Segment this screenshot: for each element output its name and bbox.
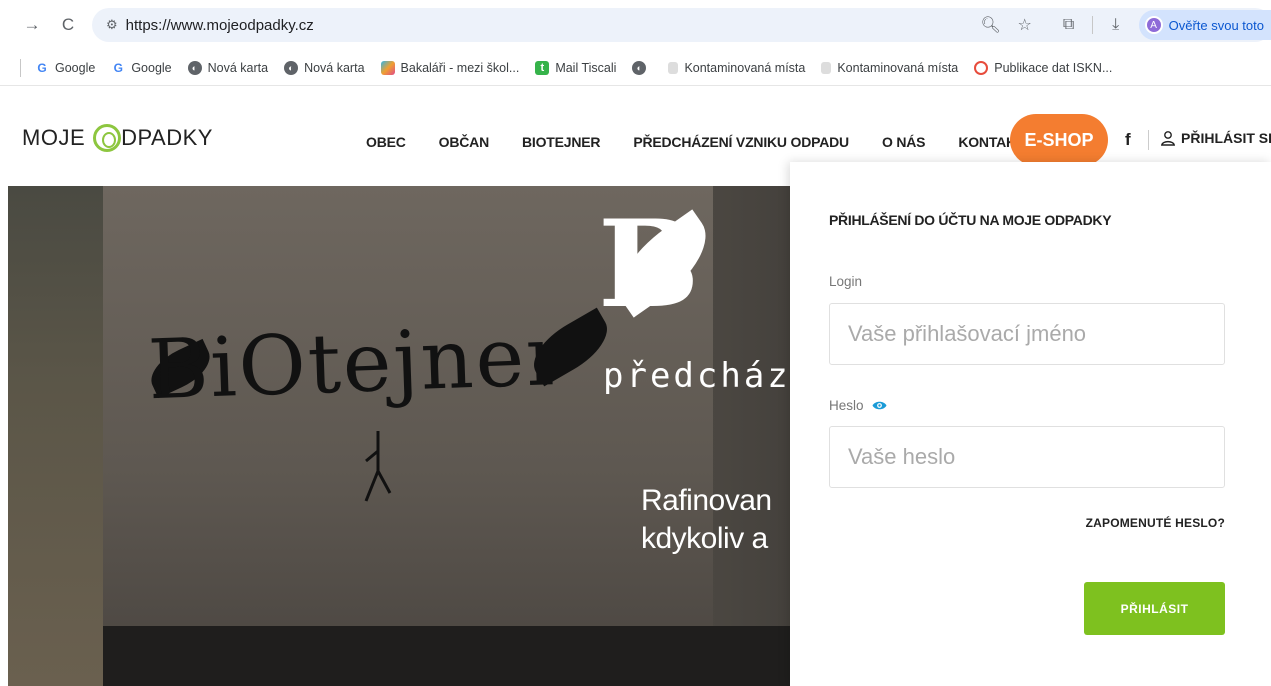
bookmark-nova-karta-2[interactable]: ◐ Nová karta [284,60,365,75]
bookmark-mail-tiscali[interactable]: t Mail Tiscali [535,60,617,75]
logo-o-icon [93,124,122,152]
globe-icon: ◐ [284,60,299,75]
bookmark-google-2[interactable]: G Google [111,60,172,75]
eye-icon[interactable] [872,400,887,411]
login-link[interactable]: PŘIHLÁSIT SE [1160,130,1271,146]
nav-obec[interactable]: OBEC [366,134,406,150]
main-nav: OBEC OBČAN BIOTEJNER PŘEDCHÁZENÍ VZNIKU … [366,134,1066,150]
bookmark-globe[interactable]: ◐ [632,60,652,75]
facebook-icon[interactable]: f [1125,130,1131,150]
nav-predchazeni[interactable]: PŘEDCHÁZENÍ VZNIKU ODPADU [633,134,849,150]
bookmark-label: Nová karta [207,60,269,75]
bookmark-label: Bakaláři - mezi škol... [400,60,520,75]
root-icon [364,431,392,502]
login-link-label: PŘIHLÁSIT SE [1181,130,1271,146]
bookmark-google-1[interactable]: G Google [35,61,95,75]
forward-icon[interactable]: → [20,13,44,37]
site-logo[interactable]: MOJE DPADKY [22,124,213,152]
bookmarks-divider [20,58,21,77]
hero-big-letter: B [598,194,700,335]
password-field-label: Heslo [829,398,864,413]
bookmark-star-icon[interactable]: ☆ [1008,8,1042,42]
bookmark-label: Kontaminovaná místa [837,60,959,75]
url-text: https://www.mojeodpadky.cz [125,16,314,34]
address-bar[interactable]: ⚙ https://www.mojeodpadky.cz 🔍︎ ☆ ⧉ ⤓ A … [92,8,1271,42]
bakalari-icon [380,60,395,75]
login-input[interactable] [829,303,1225,365]
hero-script-text: BiOtejner [146,308,569,419]
download-icon[interactable]: ⤓ [1099,8,1133,42]
bookmark-iskn[interactable]: Publikace dat ISKN... [974,60,1113,75]
header-divider [1148,130,1149,150]
hero-line-1: Rafinovan [641,484,772,517]
hero-grass [8,186,118,686]
profile-avatar: A [1144,16,1163,34]
login-field-label: Login [829,274,863,289]
forgot-password-link[interactable]: ZAPOMENUTÉ HESLO? [1086,516,1225,530]
hero-subtitle: předcház [603,356,791,396]
page-icon [668,61,679,74]
bookmark-bakalari[interactable]: Bakaláři - mezi škol... [380,60,520,75]
bookmarks-bar: G Google G Google ◐ Nová karta ◐ Nová ka… [0,50,1271,86]
password-field-label-row: Heslo [829,398,887,413]
nav-obcan[interactable]: OBČAN [439,134,490,150]
bookmark-label: Publikace dat ISKN... [994,60,1113,75]
login-panel: PŘIHLÁŠENÍ DO ÚČTU NA MOJE ODPADKY Login… [790,162,1271,686]
zoom-icon[interactable]: 🔍︎ [974,8,1008,42]
verify-label: Ověřte svou toto [1168,17,1264,33]
logo-text-left: MOJE [22,125,86,150]
browser-toolbar: → C ⚙ https://www.mojeodpadky.cz 🔍︎ ☆ ⧉ … [0,0,1271,50]
google-icon: G [113,60,123,75]
globe-icon: ◐ [632,60,647,75]
logo-text-right: DPADKY [121,125,213,150]
address-bar-actions: 🔍︎ ☆ ⧉ ⤓ A Ověřte svou toto [974,8,1271,42]
bookmark-kontaminovana-2[interactable]: Kontaminovaná místa [821,61,958,75]
bookmark-label: Google [131,60,172,75]
bookmark-label: Nová karta [304,60,365,75]
iskn-icon [974,60,989,75]
eshop-button[interactable]: E-SHOP [1010,114,1108,166]
verify-profile-chip[interactable]: A Ověřte svou toto [1138,10,1271,40]
nav-o-nas[interactable]: O NÁS [882,134,926,150]
bookmark-kontaminovana-1[interactable]: Kontaminovaná místa [668,61,805,75]
bookmark-label: Mail Tiscali [555,60,617,75]
reload-icon[interactable]: C [56,13,80,37]
nav-biotejner[interactable]: BIOTEJNER [522,134,601,150]
bookmark-nova-karta-1[interactable]: ◐ Nová karta [187,60,269,75]
hero-box-base [103,626,803,686]
google-icon: G [37,60,47,75]
password-input[interactable] [829,426,1225,488]
bookmark-label: Kontaminovaná místa [684,60,806,75]
bookmark-label: Google [55,60,96,75]
user-icon [1160,131,1176,146]
extensions-icon[interactable]: ⧉ [1052,8,1086,42]
hero-line-2: kdykoliv a [641,522,768,555]
globe-icon: ◐ [187,60,202,75]
login-submit-button[interactable]: PŘIHLÁSIT [1084,582,1225,635]
login-panel-title: PŘIHLÁŠENÍ DO ÚČTU NA MOJE ODPADKY [829,212,1112,228]
toolbar-divider [1091,16,1093,34]
site-settings-icon[interactable]: ⚙ [106,17,118,33]
page-icon [821,61,832,74]
tiscali-icon: t [535,60,550,75]
